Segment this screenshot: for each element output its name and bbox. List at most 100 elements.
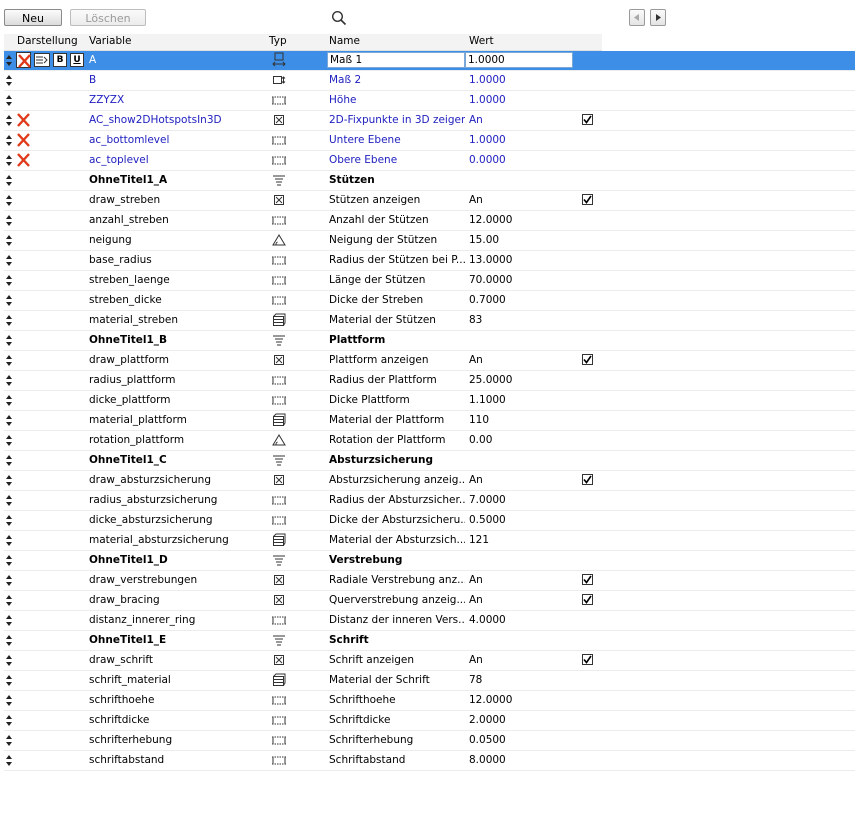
variable-cell[interactable]: distanz_innerer_ring [89, 611, 264, 630]
variable-cell[interactable]: draw_verstrebungen [89, 571, 264, 590]
table-row[interactable]: streben_dicke Dicke der Streben 0.7000 [4, 291, 855, 311]
search-icon[interactable] [331, 10, 347, 26]
boolean-icon[interactable] [264, 191, 294, 210]
drag-handle-icon[interactable] [5, 734, 13, 747]
table-row[interactable]: anzahl_streben Anzahl der Stützen 12.0000 [4, 211, 855, 231]
hide-parameter-icon[interactable] [16, 52, 31, 68]
drag-handle-icon[interactable] [5, 74, 13, 87]
angle-icon[interactable] [264, 231, 294, 250]
value-cell[interactable]: 0.7000 [469, 291, 577, 310]
value-cell[interactable]: 1.0000 [469, 131, 577, 150]
drag-handle-icon[interactable] [5, 354, 13, 367]
table-row[interactable]: schrifthoehe Schrifthoehe 12.0000 [4, 691, 855, 711]
box-size-icon[interactable] [264, 71, 294, 90]
variable-cell[interactable]: dicke_plattform [89, 391, 264, 410]
variable-cell[interactable]: AC_show2DHotspotsIn3D [89, 111, 264, 130]
drag-handle-icon[interactable] [5, 54, 13, 67]
length-icon[interactable] [264, 751, 294, 770]
name-cell[interactable]: Material der Schrift [329, 671, 465, 690]
name-cell[interactable]: Rotation der Plattform [329, 431, 465, 450]
length-type-icon[interactable] [264, 51, 294, 70]
drag-handle-icon[interactable] [5, 674, 13, 687]
drag-handle-icon[interactable] [5, 754, 13, 767]
variable-cell[interactable]: OhneTitel1_B [89, 331, 264, 350]
variable-cell[interactable]: rotation_plattform [89, 431, 264, 450]
table-row[interactable]: material_streben Material der Stützen 83 [4, 311, 855, 331]
next-button[interactable] [650, 9, 666, 26]
value-checkbox[interactable] [582, 474, 593, 485]
length-icon[interactable] [264, 251, 294, 270]
length-icon[interactable] [264, 91, 294, 110]
drag-handle-icon[interactable] [5, 654, 13, 667]
value-cell[interactable] [469, 171, 577, 190]
table-row[interactable]: draw_streben Stützen anzeigen An [4, 191, 855, 211]
drag-handle-icon[interactable] [5, 514, 13, 527]
material-icon[interactable] [264, 671, 294, 690]
name-cell[interactable]: 2D-Fixpunkte in 3D zeigen [329, 111, 465, 130]
value-field[interactable]: 1.0000 [465, 52, 573, 68]
boolean-icon[interactable] [264, 591, 294, 610]
table-row[interactable]: draw_schrift Schrift anzeigen An [4, 651, 855, 671]
bold-button[interactable]: B [53, 53, 67, 67]
title-icon[interactable] [264, 451, 294, 470]
hide-parameter-icon[interactable] [16, 112, 31, 128]
name-cell[interactable]: Radius der Plattform [329, 371, 465, 390]
table-row[interactable]: ac_toplevel Obere Ebene 0.0000 [4, 151, 855, 171]
length-icon[interactable] [264, 711, 294, 730]
value-cell[interactable]: 25.0000 [469, 371, 577, 390]
name-cell[interactable]: Länge der Stützen [329, 271, 465, 290]
column-header-variable[interactable]: Variable [89, 35, 132, 47]
boolean-icon[interactable] [264, 111, 294, 130]
variable-cell[interactable]: OhneTitel1_A [89, 171, 264, 190]
name-cell[interactable]: Stützen [329, 171, 465, 190]
variable-cell[interactable]: ZZYZX [89, 91, 264, 110]
name-cell[interactable]: Stützen anzeigen [329, 191, 465, 210]
name-cell[interactable]: Schriftabstand [329, 751, 465, 770]
value-cell[interactable]: 110 [469, 411, 577, 430]
table-row[interactable]: OhneTitel1_B Plattform [4, 331, 855, 351]
table-row[interactable]: AC_show2DHotspotsIn3D 2D-Fixpunkte in 3D … [4, 111, 855, 131]
drag-handle-icon[interactable] [5, 334, 13, 347]
title-icon[interactable] [264, 631, 294, 650]
boolean-icon[interactable] [264, 471, 294, 490]
name-cell[interactable]: Anzahl der Stützen [329, 211, 465, 230]
drag-handle-icon[interactable] [5, 474, 13, 487]
drag-handle-icon[interactable] [5, 594, 13, 607]
drag-handle-icon[interactable] [5, 254, 13, 267]
value-cell[interactable]: An [469, 571, 577, 590]
name-cell[interactable]: Material der Plattform [329, 411, 465, 430]
variable-cell[interactable]: streben_dicke [89, 291, 264, 310]
table-row[interactable]: ac_bottomlevel Untere Ebene 1.0000 [4, 131, 855, 151]
name-cell[interactable]: Radius der Stützen bei P... [329, 251, 465, 270]
value-cell[interactable]: 12.0000 [469, 691, 577, 710]
table-row[interactable]: draw_absturzsicherung Absturzsicherung an… [4, 471, 855, 491]
drag-handle-icon[interactable] [5, 294, 13, 307]
drag-handle-icon[interactable] [5, 194, 13, 207]
hide-parameter-icon[interactable] [16, 152, 31, 168]
length-icon[interactable] [264, 691, 294, 710]
value-cell[interactable]: 0.5000 [469, 511, 577, 530]
variable-cell[interactable]: ac_bottomlevel [89, 131, 264, 150]
length-icon[interactable] [264, 611, 294, 630]
table-row[interactable]: streben_laenge Länge der Stützen 70.0000 [4, 271, 855, 291]
value-checkbox[interactable] [582, 114, 593, 125]
name-field[interactable]: Maß 1 [327, 52, 465, 68]
length-icon[interactable] [264, 291, 294, 310]
table-row[interactable]: ZZYZX Höhe 1.0000 [4, 91, 855, 111]
length-icon[interactable] [264, 211, 294, 230]
table-row[interactable]: base_radius Radius der Stützen bei P... 13… [4, 251, 855, 271]
value-cell[interactable]: 121 [469, 531, 577, 550]
drag-handle-icon[interactable] [5, 214, 13, 227]
drag-handle-icon[interactable] [5, 574, 13, 587]
table-row[interactable]: dicke_absturzsicherung Dicke der Absturzs… [4, 511, 855, 531]
variable-cell[interactable]: ac_toplevel [89, 151, 264, 170]
drag-handle-icon[interactable] [5, 134, 13, 147]
drag-handle-icon[interactable] [5, 414, 13, 427]
value-checkbox[interactable] [582, 594, 593, 605]
name-cell[interactable]: Radiale Verstrebung anz... [329, 571, 465, 590]
name-cell[interactable]: Material der Absturzsich... [329, 531, 465, 550]
table-row[interactable]: material_absturzsicherung Material der Ab… [4, 531, 855, 551]
name-cell[interactable]: Plattform anzeigen [329, 351, 465, 370]
variable-cell[interactable]: material_streben [89, 311, 264, 330]
variable-cell[interactable]: draw_absturzsicherung [89, 471, 264, 490]
